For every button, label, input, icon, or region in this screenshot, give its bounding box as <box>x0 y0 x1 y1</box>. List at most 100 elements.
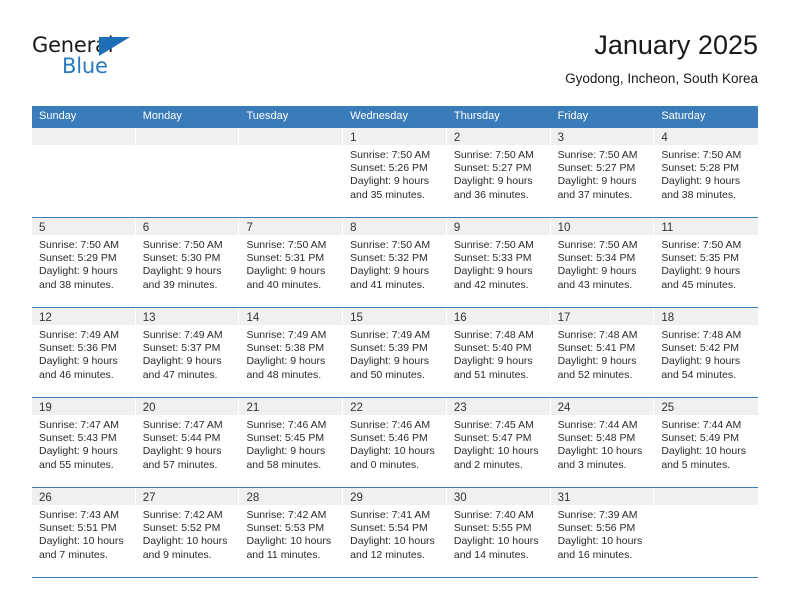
day-info: Sunrise: 7:39 AM Sunset: 5:56 PM Daylight:… <box>551 505 655 562</box>
calendar-day-cell[interactable]: 6 Sunrise: 7:50 AM Sunset: 5:30 PM Daylight… <box>135 218 240 307</box>
day-number: 20 <box>142 402 156 414</box>
sunrise-text: Sunrise: 7:49 AM <box>39 329 119 341</box>
calendar-day-cell[interactable]: 30 Sunrise: 7:40 AM Sunset: 5:55 PM Dayligh… <box>446 488 551 577</box>
sunset-text: Sunset: 5:32 PM <box>350 252 428 265</box>
day-number: 3 <box>557 132 564 144</box>
day-number: 9 <box>453 222 461 234</box>
calendar-day-cell[interactable]: 14 Sunrise: 7:49 AM Sunset: 5:38 PM Dayligh… <box>239 308 344 397</box>
calendar-day-cell[interactable]: 18 Sunrise: 7:48 AM Sunset: 5:42 PM Dayligh… <box>654 308 759 397</box>
calendar-day-cell[interactable]: 28 Sunrise: 7:42 AM Sunset: 5:53 PM Dayligh… <box>239 488 344 577</box>
calendar-day-cell[interactable]: 3 Sunrise: 7:50 AM Sunset: 5:27 PM Daylight… <box>550 128 655 217</box>
day-number: 30 <box>453 492 467 504</box>
calendar-day-cell[interactable]: 7 Sunrise: 7:50 AM Sunset: 5:31 PM Daylight… <box>239 218 344 307</box>
sunset-text: Sunset: 5:43 PM <box>39 432 117 445</box>
daylight-text-line2: and 39 minutes. <box>142 278 218 291</box>
day-number-band: 9 <box>446 218 551 235</box>
daylight-text-line2: and 38 minutes. <box>39 278 114 291</box>
calendar-day-cell[interactable]: 29 Sunrise: 7:41 AM Sunset: 5:54 PM Dayligh… <box>343 488 447 577</box>
calendar-day-cell[interactable]: 31 Sunrise: 7:39 AM Sunset: 5:56 PM Dayligh… <box>550 488 655 577</box>
sunset-text: Sunset: 5:42 PM <box>661 342 739 355</box>
sunrise-text: Sunrise: 7:50 AM <box>661 149 742 161</box>
day-info: Sunrise: 7:44 AM Sunset: 5:48 PM Daylight:… <box>551 415 655 472</box>
daylight-text-line2: and 58 minutes. <box>246 458 322 471</box>
sunset-text: Sunset: 5:29 PM <box>39 252 117 265</box>
calendar-day-cell[interactable]: 25 Sunrise: 7:44 AM Sunset: 5:49 PM Dayligh… <box>654 398 759 487</box>
day-info: Sunrise: 7:43 AM Sunset: 5:51 PM Daylight:… <box>32 505 136 562</box>
day-info: Sunrise: 7:45 AM Sunset: 5:47 PM Daylight:… <box>447 415 551 472</box>
calendar-day-cell[interactable]: 8 Sunrise: 7:50 AM Sunset: 5:32 PM Daylight… <box>343 218 447 307</box>
general-blue-logo: General Blue <box>32 34 192 88</box>
sunrise-text: Sunrise: 7:44 AM <box>661 419 742 431</box>
calendar-day-cell[interactable]: 16 Sunrise: 7:48 AM Sunset: 5:40 PM Dayligh… <box>446 308 551 397</box>
daylight-text-line2: and 46 minutes. <box>39 368 114 381</box>
calendar-day-cell[interactable]: 22 Sunrise: 7:46 AM Sunset: 5:46 PM Dayligh… <box>343 398 447 487</box>
calendar-day-cell[interactable]: 21 Sunrise: 7:46 AM Sunset: 5:45 PM Dayligh… <box>239 398 344 487</box>
day-number-band: 26 <box>32 488 136 505</box>
calendar-day-cell[interactable]: 5 Sunrise: 7:50 AM Sunset: 5:29 PM Daylight… <box>32 218 136 307</box>
calendar-day-cell[interactable]: 23 Sunrise: 7:45 AM Sunset: 5:47 PM Dayligh… <box>446 398 551 487</box>
day-number-band: 30 <box>446 488 551 505</box>
daylight-text-line2: and 0 minutes. <box>350 458 420 471</box>
day-number: 17 <box>557 312 571 324</box>
calendar-grid: Sunday Monday Tuesday Wednesday Thursday Frid… <box>32 106 759 578</box>
sunrise-text: Sunrise: 7:50 AM <box>661 239 742 251</box>
calendar-day-cell[interactable]: 15 Sunrise: 7:49 AM Sunset: 5:39 PM Dayligh… <box>343 308 447 397</box>
daylight-text-line2: and 48 minutes. <box>246 368 322 381</box>
calendar-day-cell[interactable]: 9 Sunrise: 7:50 AM Sunset: 5:33 PM Daylight… <box>446 218 551 307</box>
day-info: Sunrise: 7:48 AM Sunset: 5:40 PM Daylight:… <box>447 325 551 382</box>
daylight-text-line1: Daylight: 9 hours <box>39 265 118 278</box>
daylight-text-line2: and 42 minutes. <box>453 278 529 291</box>
day-info: Sunrise: 7:49 AM Sunset: 5:36 PM Daylight:… <box>32 325 136 382</box>
sunset-text: Sunset: 5:27 PM <box>557 162 636 175</box>
sunrise-text: Sunrise: 7:50 AM <box>557 239 638 251</box>
calendar-day-cell[interactable]: 11 Sunrise: 7:50 AM Sunset: 5:35 PM Dayligh… <box>654 218 759 307</box>
sunset-text: Sunset: 5:35 PM <box>661 252 739 265</box>
calendar-day-cell[interactable]: 12 Sunrise: 7:49 AM Sunset: 5:36 PM Dayligh… <box>32 308 136 397</box>
calendar-day-cell[interactable]: 20 Sunrise: 7:47 AM Sunset: 5:44 PM Dayligh… <box>135 398 240 487</box>
daylight-text-line1: Daylight: 10 hours <box>39 535 124 548</box>
sunrise-text: Sunrise: 7:47 AM <box>142 419 223 431</box>
daylight-text-line1: Daylight: 9 hours <box>661 175 741 188</box>
daylight-text-line1: Daylight: 9 hours <box>39 445 118 458</box>
day-number: 15 <box>350 312 363 324</box>
daylight-text-line1: Daylight: 10 hours <box>350 445 435 458</box>
sunrise-text: Sunrise: 7:49 AM <box>350 329 431 341</box>
calendar-day-cell[interactable]: 10 Sunrise: 7:50 AM Sunset: 5:34 PM Dayligh… <box>550 218 655 307</box>
day-number: 24 <box>557 402 571 414</box>
calendar-day-cell-empty <box>239 128 344 217</box>
daylight-text-line2: and 5 minutes. <box>661 458 731 471</box>
sunset-text: Sunset: 5:36 PM <box>39 342 117 355</box>
calendar-day-cell[interactable]: 24 Sunrise: 7:44 AM Sunset: 5:48 PM Dayligh… <box>550 398 655 487</box>
day-number: 31 <box>557 492 571 504</box>
day-number-band: 19 <box>32 398 136 415</box>
day-number: 2 <box>453 132 461 144</box>
day-info: Sunrise: 7:49 AM Sunset: 5:39 PM Daylight:… <box>343 325 447 382</box>
sunset-text: Sunset: 5:39 PM <box>350 342 428 355</box>
daylight-text-line1: Daylight: 9 hours <box>350 355 429 368</box>
sunset-text: Sunset: 5:56 PM <box>557 522 636 535</box>
daylight-text-line2: and 37 minutes. <box>557 188 633 201</box>
daylight-text-line2: and 41 minutes. <box>350 278 425 291</box>
day-number: 13 <box>142 312 156 324</box>
sunrise-text: Sunrise: 7:50 AM <box>557 149 638 161</box>
calendar-day-cell[interactable]: 13 Sunrise: 7:49 AM Sunset: 5:37 PM Dayligh… <box>135 308 240 397</box>
day-number-band: 8 <box>343 218 447 235</box>
daylight-text-line1: Daylight: 9 hours <box>246 265 326 278</box>
day-number-band: 27 <box>135 488 240 505</box>
day-number-band: 13 <box>135 308 240 325</box>
day-info: Sunrise: 7:46 AM Sunset: 5:46 PM Daylight:… <box>343 415 447 472</box>
calendar-day-cell[interactable]: 17 Sunrise: 7:48 AM Sunset: 5:41 PM Dayligh… <box>550 308 655 397</box>
calendar-day-cell[interactable]: 2 Sunrise: 7:50 AM Sunset: 5:27 PM Daylight… <box>446 128 551 217</box>
page-subtitle: Gyodong, Incheon, South Korea <box>565 71 758 86</box>
calendar-day-cell[interactable]: 1 Sunrise: 7:50 AM Sunset: 5:26 PM Daylight… <box>343 128 447 217</box>
day-number-band: 15 <box>343 308 447 325</box>
calendar-day-cell[interactable]: 26 Sunrise: 7:43 AM Sunset: 5:51 PM Dayligh… <box>32 488 136 577</box>
calendar-day-cell[interactable]: 19 Sunrise: 7:47 AM Sunset: 5:43 PM Dayligh… <box>32 398 136 487</box>
daylight-text-line2: and 9 minutes. <box>142 548 212 561</box>
calendar-day-cell[interactable]: 4 Sunrise: 7:50 AM Sunset: 5:28 PM Daylight… <box>654 128 759 217</box>
sunset-text: Sunset: 5:30 PM <box>142 252 221 265</box>
daylight-text-line1: Daylight: 10 hours <box>142 535 228 548</box>
calendar-day-cell[interactable]: 27 Sunrise: 7:42 AM Sunset: 5:52 PM Dayligh… <box>135 488 240 577</box>
calendar-week-row: 12 Sunrise: 7:49 AM Sunset: 5:36 PM Dayligh… <box>32 307 759 397</box>
sunset-text: Sunset: 5:44 PM <box>142 432 221 445</box>
